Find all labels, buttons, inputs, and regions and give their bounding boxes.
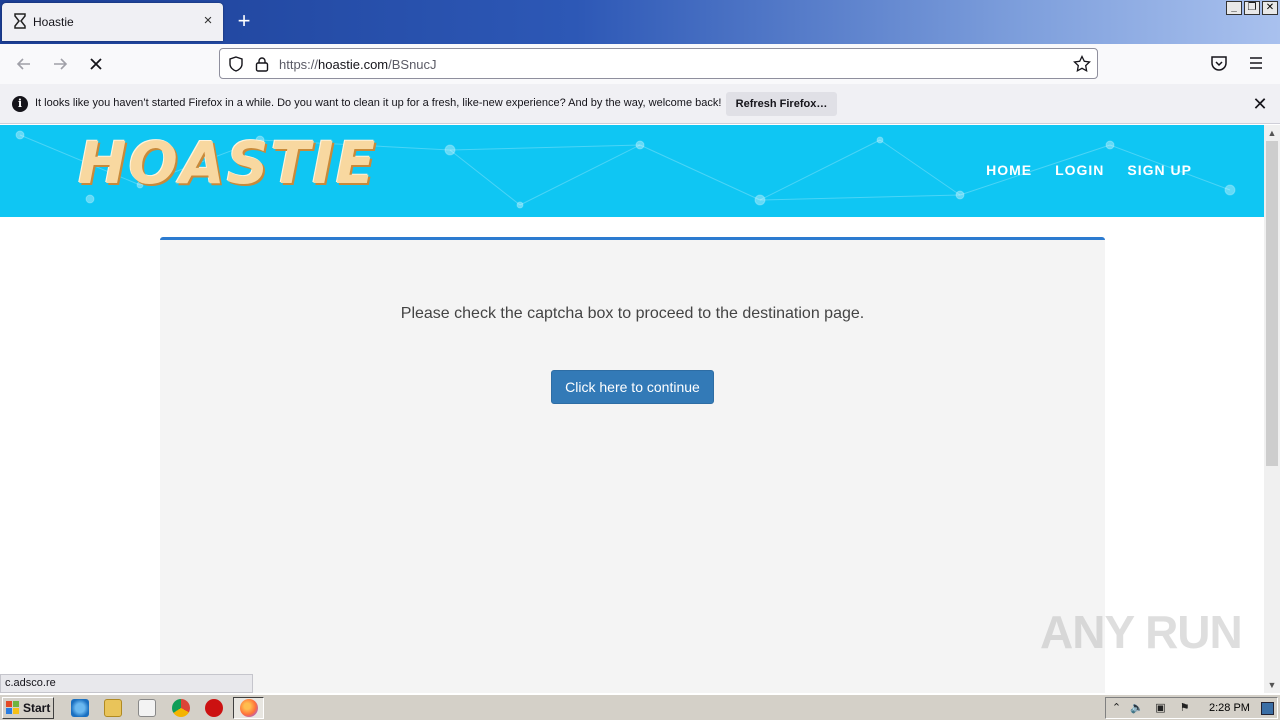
start-button[interactable]: Start: [2, 697, 54, 719]
captcha-message: Please check the captcha box to proceed …: [400, 305, 865, 322]
navigation-toolbar: https://hoastie.com/BSnucJ: [0, 44, 1280, 84]
firefox-icon: [240, 699, 258, 717]
notification-close-icon[interactable]: ✕: [1251, 95, 1269, 113]
info-icon: i: [12, 96, 28, 112]
nav-home-link[interactable]: HOME: [986, 162, 1032, 178]
anyrun-watermark: ANY RUN: [1040, 606, 1243, 658]
tab-close-icon[interactable]: ×: [199, 12, 217, 30]
shield-icon[interactable]: [228, 56, 244, 72]
url-bar[interactable]: https://hoastie.com/BSnucJ: [219, 48, 1098, 79]
opera-icon[interactable]: [205, 699, 223, 717]
action-center-flag-icon[interactable]: ⚑: [1178, 702, 1191, 715]
scroll-down-arrow-icon[interactable]: ▼: [1264, 677, 1280, 693]
url-text[interactable]: https://hoastie.com/BSnucJ: [279, 57, 437, 72]
tray-expand-icon[interactable]: ⌃: [1110, 702, 1123, 715]
nav-login-link[interactable]: LOGIN: [1055, 162, 1104, 178]
media-player-icon[interactable]: [138, 699, 156, 717]
site-logo[interactable]: HOASTIE: [78, 129, 377, 197]
show-desktop-icon[interactable]: [1261, 702, 1274, 715]
windows-flag-icon: [6, 701, 19, 714]
refresh-firefox-button[interactable]: Refresh Firefox…: [726, 92, 837, 116]
taskbar-clock[interactable]: 2:28 PM: [1209, 702, 1250, 714]
file-explorer-icon[interactable]: [104, 699, 122, 717]
bookmark-star-icon[interactable]: [1073, 55, 1091, 73]
chrome-icon[interactable]: [172, 699, 190, 717]
start-label: Start: [23, 701, 51, 715]
continue-button[interactable]: Click here to continue: [551, 370, 714, 404]
close-window-button[interactable]: ✕: [1262, 1, 1278, 15]
captcha-panel: Please check the captcha box to proceed …: [160, 237, 1105, 693]
site-header: HOASTIE HOME LOGIN SIGN UP: [0, 125, 1264, 217]
status-url: c.adsco.re: [0, 674, 253, 693]
tab-title: Hoastie: [33, 15, 74, 29]
scroll-thumb[interactable]: [1266, 141, 1278, 466]
window-controls: _ ❐ ✕: [1226, 1, 1278, 15]
nav-signup-link[interactable]: SIGN UP: [1127, 162, 1192, 178]
back-arrow-icon[interactable]: [13, 53, 35, 75]
hourglass-icon: [14, 13, 26, 29]
notification-bar: i It looks like you haven’t started Fire…: [0, 84, 1280, 124]
taskbar: Start ⌃ 🔈 ▣ ⚑ 2:28 PM: [0, 694, 1280, 720]
minimize-button[interactable]: _: [1226, 1, 1242, 15]
network-icon[interactable]: ▣: [1154, 702, 1167, 715]
forward-arrow-icon[interactable]: [49, 53, 71, 75]
new-tab-button[interactable]: +: [233, 10, 255, 32]
firefox-taskbar-button[interactable]: [233, 697, 264, 719]
stop-loading-icon[interactable]: [85, 53, 107, 75]
scroll-up-arrow-icon[interactable]: ▲: [1264, 125, 1280, 141]
restore-button[interactable]: ❐: [1244, 1, 1260, 15]
system-tray: ⌃ 🔈 ▣ ⚑ 2:28 PM: [1105, 697, 1278, 719]
pocket-icon[interactable]: [1210, 54, 1228, 72]
tab-hoastie[interactable]: Hoastie ×: [2, 3, 223, 41]
site-navigation: HOME LOGIN SIGN UP: [986, 162, 1192, 178]
notification-message: It looks like you haven’t started Firefo…: [35, 97, 722, 109]
hamburger-menu-icon[interactable]: [1247, 54, 1265, 72]
volume-icon[interactable]: 🔈: [1130, 702, 1144, 715]
title-bar: Hoastie × + _ ❐ ✕: [0, 0, 1280, 44]
vertical-scrollbar[interactable]: ▲ ▼: [1264, 125, 1280, 693]
lock-icon[interactable]: [255, 56, 269, 72]
internet-explorer-icon[interactable]: [71, 699, 89, 717]
